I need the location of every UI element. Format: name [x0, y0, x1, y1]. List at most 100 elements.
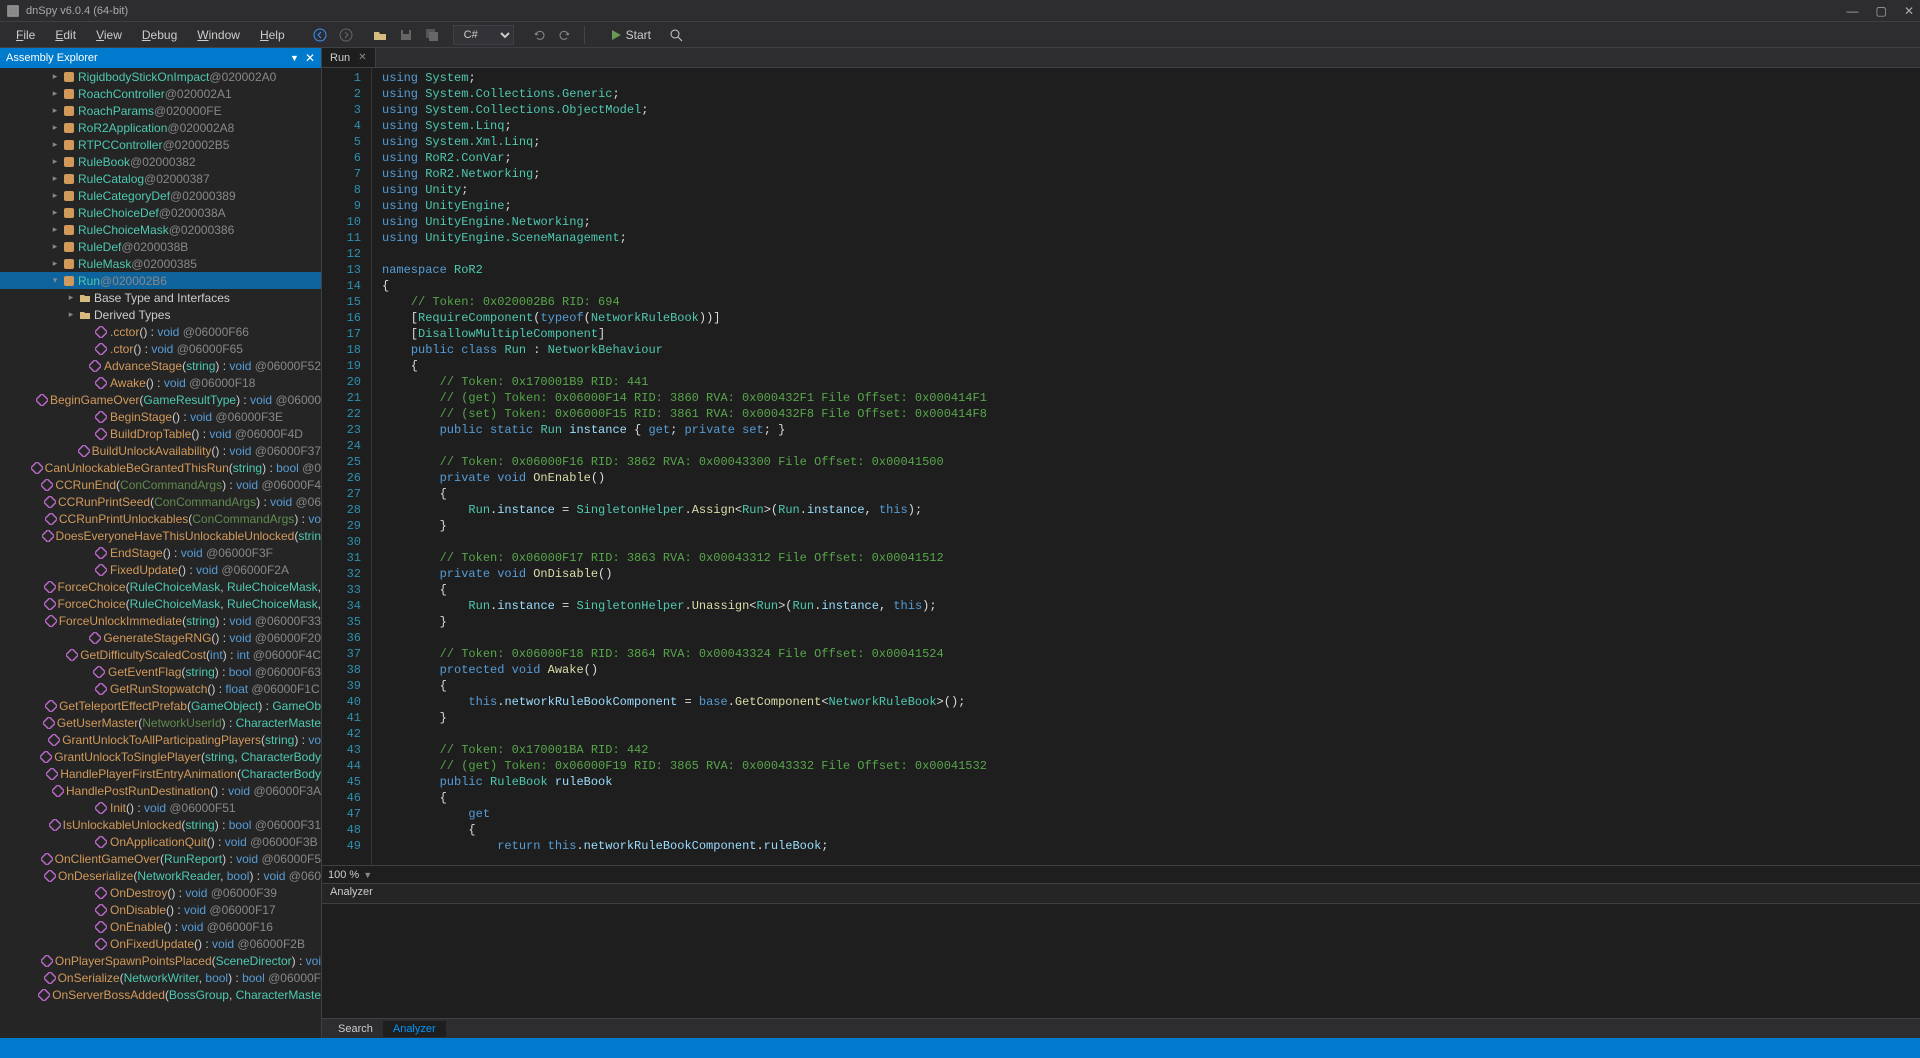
- tree-item[interactable]: GetUserMaster(NetworkUserId) : Character…: [0, 714, 321, 731]
- tree-item[interactable]: CCRunEnd(ConCommandArgs) : void @06000F4: [0, 476, 321, 493]
- tree-item[interactable]: BuildDropTable() : void @06000F4D: [0, 425, 321, 442]
- tree-item[interactable]: EndStage() : void @06000F3F: [0, 544, 321, 561]
- tree-item[interactable]: ForceUnlockImmediate(string) : void @060…: [0, 612, 321, 629]
- tree-item[interactable]: .ctor() : void @06000F65: [0, 340, 321, 357]
- tree-item[interactable]: BeginGameOver(GameResultType) : void @06…: [0, 391, 321, 408]
- tree-item[interactable]: OnServerBossAdded(BossGroup, CharacterMa…: [0, 986, 321, 1003]
- tree-item[interactable]: GrantUnlockToAllParticipatingPlayers(str…: [0, 731, 321, 748]
- tree-item[interactable]: OnApplicationQuit() : void @06000F3B: [0, 833, 321, 850]
- tree-item[interactable]: BuildUnlockAvailability() : void @06000F…: [0, 442, 321, 459]
- tree-item[interactable]: GetTeleportEffectPrefab(GameObject) : Ga…: [0, 697, 321, 714]
- tree-item[interactable]: CCRunPrintSeed(ConCommandArgs) : void @0…: [0, 493, 321, 510]
- tree-item[interactable]: CanUnlockableBeGrantedThisRun(string) : …: [0, 459, 321, 476]
- assembly-tree[interactable]: ▸RigidbodyStickOnImpact @020002A0▸RoachC…: [0, 68, 321, 1038]
- tree-item[interactable]: OnDestroy() : void @06000F39: [0, 884, 321, 901]
- line-gutter: 1234567891011121314151617181920212223242…: [322, 68, 372, 865]
- tree-item[interactable]: Awake() : void @06000F18: [0, 374, 321, 391]
- tree-item[interactable]: OnEnable() : void @06000F16: [0, 918, 321, 935]
- tree-item[interactable]: ▸RuleDef @0200038B: [0, 238, 321, 255]
- menubar: FileEditViewDebugWindowHelp C# Start: [0, 22, 1920, 48]
- tree-item[interactable]: ▸Base Type and Interfaces: [0, 289, 321, 306]
- sidebar-dropdown-icon[interactable]: ▼: [290, 53, 299, 63]
- tab-search[interactable]: Search: [328, 1021, 383, 1037]
- language-select[interactable]: C#: [453, 25, 514, 45]
- tree-item[interactable]: HandlePlayerFirstEntryAnimation(Characte…: [0, 765, 321, 782]
- editor-area: Run ✕ 1234567891011121314151617181920212…: [322, 48, 1920, 1038]
- tree-item[interactable]: ForceChoice(RuleChoiceMask, RuleChoiceMa…: [0, 578, 321, 595]
- tree-item[interactable]: OnDisable() : void @06000F17: [0, 901, 321, 918]
- sidebar-title: Assembly Explorer: [6, 52, 98, 64]
- zoom-level[interactable]: 100 %: [328, 869, 359, 881]
- tree-item[interactable]: ▸RuleBook @02000382: [0, 153, 321, 170]
- tree-item[interactable]: HandlePostRunDestination() : void @06000…: [0, 782, 321, 799]
- menu-edit[interactable]: Edit: [45, 24, 86, 46]
- tree-item[interactable]: GetDifficultyScaledCost(int) : int @0600…: [0, 646, 321, 663]
- analyzer-title: Analyzer: [330, 886, 373, 898]
- tree-item[interactable]: OnFixedUpdate() : void @06000F2B: [0, 935, 321, 952]
- tree-item[interactable]: ▸RuleCategoryDef @02000389: [0, 187, 321, 204]
- tree-item[interactable]: ▸RuleMask @02000385: [0, 255, 321, 272]
- tree-item[interactable]: ForceChoice(RuleChoiceMask, RuleChoiceMa…: [0, 595, 321, 612]
- window-controls: — ▢ ✕: [1832, 4, 1914, 18]
- tab-label: Run: [330, 52, 350, 64]
- analyzer-body: [322, 904, 1920, 1018]
- tab-run[interactable]: Run ✕: [322, 48, 376, 67]
- menu-window[interactable]: Window: [187, 24, 250, 46]
- tree-item[interactable]: ▸RoR2Application @020002A8: [0, 119, 321, 136]
- zoom-dropdown-icon[interactable]: ▼: [363, 870, 372, 880]
- tree-item[interactable]: ▾Run @020002B6: [0, 272, 321, 289]
- tree-item[interactable]: GetRunStopwatch() : float @06000F1C: [0, 680, 321, 697]
- tree-item[interactable]: ▸RuleChoiceMask @02000386: [0, 221, 321, 238]
- save-button[interactable]: [395, 24, 417, 46]
- close-button[interactable]: ✕: [1904, 4, 1914, 18]
- nav-forward-button[interactable]: [335, 24, 357, 46]
- menu-help[interactable]: Help: [250, 24, 295, 46]
- menu-view[interactable]: View: [86, 24, 132, 46]
- analyzer-panel: Analyzer Search Analyzer: [322, 883, 1920, 1038]
- undo-button[interactable]: [528, 24, 550, 46]
- tree-item[interactable]: Init() : void @06000F51: [0, 799, 321, 816]
- tree-item[interactable]: DoesEveryoneHaveThisUnlockableUnlocked(s…: [0, 527, 321, 544]
- tree-item[interactable]: OnPlayerSpawnPointsPlaced(SceneDirector)…: [0, 952, 321, 969]
- start-debug-button[interactable]: Start: [610, 28, 651, 42]
- tree-item[interactable]: GenerateStageRNG() : void @06000F20: [0, 629, 321, 646]
- open-button[interactable]: [369, 24, 391, 46]
- tree-item[interactable]: .cctor() : void @06000F66: [0, 323, 321, 340]
- sidebar-close-button[interactable]: ✕: [305, 51, 315, 65]
- window-title: dnSpy v6.0.4 (64-bit): [26, 5, 128, 17]
- sidebar: Assembly Explorer ▼ ✕ ▸RigidbodyStickOnI…: [0, 48, 322, 1038]
- tree-item[interactable]: GetEventFlag(string) : bool @06000F63: [0, 663, 321, 680]
- tree-item[interactable]: FixedUpdate() : void @06000F2A: [0, 561, 321, 578]
- save-all-button[interactable]: [421, 24, 443, 46]
- menu-file[interactable]: File: [6, 24, 45, 46]
- titlebar: dnSpy v6.0.4 (64-bit) — ▢ ✕: [0, 0, 1920, 22]
- tree-item[interactable]: IsUnlockableUnlocked(string) : bool @060…: [0, 816, 321, 833]
- tree-item[interactable]: ▸Derived Types: [0, 306, 321, 323]
- tree-item[interactable]: BeginStage() : void @06000F3E: [0, 408, 321, 425]
- tree-item[interactable]: ▸RuleChoiceDef @0200038A: [0, 204, 321, 221]
- analyzer-header: Analyzer: [322, 884, 1920, 904]
- search-button[interactable]: [665, 24, 687, 46]
- tree-item[interactable]: ▸RoachParams @020000FE: [0, 102, 321, 119]
- maximize-button[interactable]: ▢: [1876, 4, 1887, 18]
- minimize-button[interactable]: —: [1846, 4, 1858, 18]
- tree-item[interactable]: ▸RigidbodyStickOnImpact @020002A0: [0, 68, 321, 85]
- tab-analyzer[interactable]: Analyzer: [383, 1021, 446, 1037]
- code-content[interactable]: using System;using System.Collections.Ge…: [372, 68, 1920, 865]
- tab-close-icon[interactable]: ✕: [358, 52, 366, 63]
- menu-debug[interactable]: Debug: [132, 24, 187, 46]
- tree-item[interactable]: OnDeserialize(NetworkReader, bool) : voi…: [0, 867, 321, 884]
- tree-item[interactable]: OnSerialize(NetworkWriter, bool) : bool …: [0, 969, 321, 986]
- tree-item[interactable]: OnClientGameOver(RunReport) : void @0600…: [0, 850, 321, 867]
- tree-item[interactable]: ▸RoachController @020002A1: [0, 85, 321, 102]
- redo-button[interactable]: [554, 24, 576, 46]
- nav-back-button[interactable]: [309, 24, 331, 46]
- tree-item[interactable]: CCRunPrintUnlockables(ConCommandArgs) : …: [0, 510, 321, 527]
- tree-item[interactable]: AdvanceStage(string) : void @06000F52: [0, 357, 321, 374]
- tree-item[interactable]: ▸RTPCController @020002B5: [0, 136, 321, 153]
- tree-item[interactable]: ▸RuleCatalog @02000387: [0, 170, 321, 187]
- sidebar-header: Assembly Explorer ▼ ✕: [0, 48, 321, 68]
- zoom-bar: 100 % ▼: [322, 865, 1920, 883]
- tree-item[interactable]: GrantUnlockToSinglePlayer(string, Charac…: [0, 748, 321, 765]
- code-editor[interactable]: 1234567891011121314151617181920212223242…: [322, 68, 1920, 865]
